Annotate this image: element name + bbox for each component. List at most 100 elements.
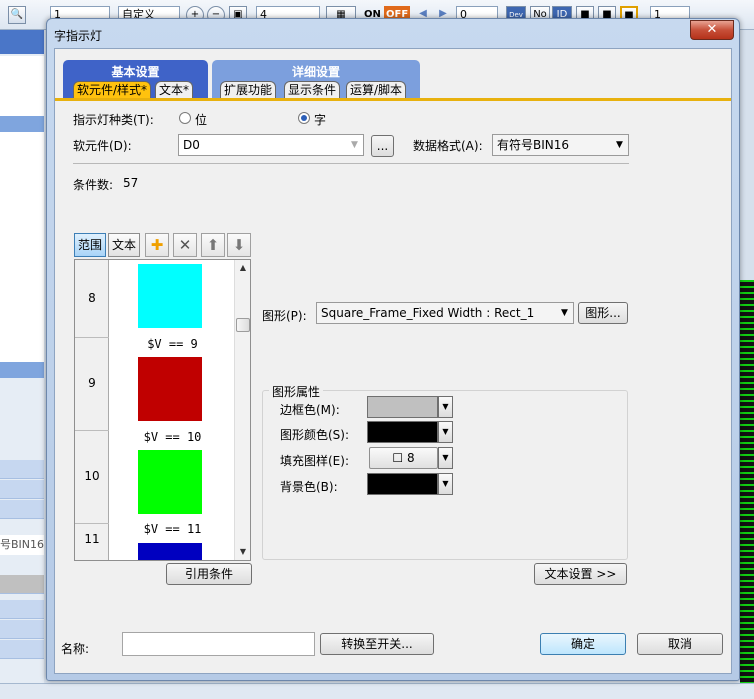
ok-button[interactable]: 确定: [540, 633, 626, 655]
chevron-down-icon[interactable]: ▼: [438, 421, 453, 443]
word-lamp-dialog: 字指示灯 ✕ 基本设置 软元件/样式* 文本* 详细设置 扩展功能 显示条件 运…: [46, 18, 740, 681]
shape-select[interactable]: Square_Frame_Fixed Width : Rect_1 ▼: [316, 302, 574, 324]
chevron-down-icon[interactable]: ▼: [346, 135, 363, 155]
text-settings-button[interactable]: 文本设置 >>: [534, 563, 627, 585]
radio-word[interactable]: [298, 112, 310, 124]
shape-color-swatch[interactable]: [367, 421, 438, 443]
tab-device-style[interactable]: 软元件/样式*: [73, 81, 152, 99]
browse-button[interactable]: ...: [371, 135, 394, 157]
background-right-panel: [740, 30, 754, 699]
condition-number[interactable]: 11: [75, 524, 109, 560]
condition-number[interactable]: 10: [75, 431, 109, 524]
cancel-button[interactable]: 取消: [637, 633, 723, 655]
tab-extended[interactable]: 扩展功能: [220, 81, 277, 99]
basic-settings-group: 基本设置 软元件/样式* 文本*: [63, 60, 208, 99]
close-button[interactable]: ✕: [690, 20, 734, 40]
scroll-thumb[interactable]: [236, 318, 250, 332]
bg-row: [0, 500, 44, 519]
bg-color-label: 背景色(B):: [280, 480, 338, 494]
zoom-icon[interactable]: 🔍: [8, 6, 26, 24]
chevron-down-icon[interactable]: ▼: [438, 396, 453, 418]
shape-label: 图形(P):: [262, 309, 307, 323]
scroll-down-icon[interactable]: ▼: [235, 544, 250, 560]
radio-bit[interactable]: [179, 112, 191, 124]
condition-number[interactable]: 9: [75, 338, 109, 431]
data-format-label: 数据格式(A):: [413, 139, 483, 153]
condition-color-swatch[interactable]: [138, 357, 202, 421]
chevron-down-icon[interactable]: ▼: [438, 473, 453, 495]
pattern-square-icon: ☐: [392, 451, 404, 465]
bg-strip: [0, 362, 44, 378]
condition-list-scrollbar[interactable]: ▲ ▼: [234, 260, 250, 560]
bg-row: [0, 575, 44, 594]
dialog-client: 基本设置 软元件/样式* 文本* 详细设置 扩展功能 显示条件 运算/脚本 指示…: [54, 48, 732, 674]
condition-color-swatch[interactable]: [138, 543, 202, 560]
condition-count-label: 条件数:: [73, 178, 114, 192]
bg-text: 号BIN16: [0, 535, 44, 555]
data-format-select[interactable]: 有符号BIN16 ▼: [492, 134, 629, 156]
condition-count: 57: [123, 176, 139, 190]
separator: [73, 163, 629, 164]
bg-row: [0, 640, 44, 659]
bg-lamp-area: [740, 280, 754, 690]
detail-settings-title: 详细设置: [291, 65, 340, 79]
add-condition-icon[interactable]: ✚: [145, 233, 169, 257]
bg-strip: [0, 116, 44, 132]
tab-underline: [55, 98, 731, 101]
name-label: 名称:: [61, 642, 90, 656]
condition-number-column: 8 9 10 11: [75, 260, 109, 560]
chevron-down-icon[interactable]: ▼: [556, 303, 573, 323]
delete-condition-icon[interactable]: ✕: [173, 233, 197, 257]
tab-calc-script[interactable]: 运算/脚本: [346, 81, 407, 99]
border-color-label: 边框色(M):: [280, 403, 340, 417]
dialog-titlebar[interactable]: 字指示灯 ✕: [47, 19, 739, 47]
dialog-title: 字指示灯: [54, 29, 103, 43]
move-up-icon[interactable]: ⬆: [201, 233, 225, 257]
shape-button[interactable]: 图形...: [578, 302, 628, 324]
condition-list[interactable]: 8 9 10 11 $V == 9 $V == 10 $V == 11 ▲ ▼: [74, 259, 251, 561]
reference-condition-button[interactable]: 引用条件: [166, 563, 252, 585]
condition-expression[interactable]: $V == 11: [110, 522, 235, 536]
name-input[interactable]: [122, 632, 315, 656]
scroll-up-icon[interactable]: ▲: [235, 260, 250, 276]
detail-settings-group: 详细设置 扩展功能 显示条件 运算/脚本: [212, 60, 420, 99]
bg-row: [0, 620, 44, 639]
bg-pane: [0, 56, 44, 116]
chevron-down-icon[interactable]: ▼: [438, 447, 453, 469]
device-label: 软元件(D):: [73, 139, 132, 153]
background-statusbar: [0, 683, 754, 699]
chevron-down-icon[interactable]: ▼: [611, 135, 628, 155]
device-value: D0: [183, 138, 200, 152]
data-format-value: 有符号BIN16: [497, 138, 570, 152]
condition-expression[interactable]: $V == 10: [110, 430, 235, 444]
background-left-panel: 号BIN16: [0, 30, 44, 699]
shape-value: Square_Frame_Fixed Width : Rect_1: [321, 306, 535, 320]
shape-attributes-title: 图形属性: [269, 383, 324, 400]
radio-bit-label[interactable]: 位: [195, 111, 207, 128]
bg-pane: [0, 132, 44, 362]
bg-color-swatch[interactable]: [367, 473, 438, 495]
tab-text[interactable]: 文本*: [155, 81, 194, 99]
condition-number[interactable]: 8: [75, 260, 109, 338]
shape-color-label: 图形颜色(S):: [280, 428, 350, 442]
lamp-type-label: 指示灯种类(T):: [73, 113, 154, 127]
bg-row: [0, 480, 44, 499]
basic-settings-title: 基本设置: [111, 65, 160, 79]
device-input[interactable]: D0 ▼: [178, 134, 364, 156]
condition-color-swatch[interactable]: [138, 450, 202, 514]
fill-pattern-label: 填充图样(E):: [280, 454, 349, 468]
tab-display-condition[interactable]: 显示条件: [284, 81, 341, 99]
convert-to-switch-button[interactable]: 转换至开关...: [320, 633, 434, 655]
bg-row: [0, 600, 44, 619]
bg-strip: [0, 30, 44, 54]
bg-row: [0, 460, 44, 479]
condition-expression[interactable]: $V == 9: [110, 337, 235, 351]
text-button[interactable]: 文本: [108, 233, 140, 257]
move-down-icon[interactable]: ⬇: [227, 233, 251, 257]
border-color-swatch[interactable]: [367, 396, 438, 418]
radio-word-label[interactable]: 字: [314, 111, 326, 128]
fill-pattern-select[interactable]: ☐ 8: [369, 447, 438, 469]
condition-color-swatch[interactable]: [138, 264, 202, 328]
fill-pattern-value: 8: [406, 451, 415, 465]
range-button[interactable]: 范围: [74, 233, 106, 257]
